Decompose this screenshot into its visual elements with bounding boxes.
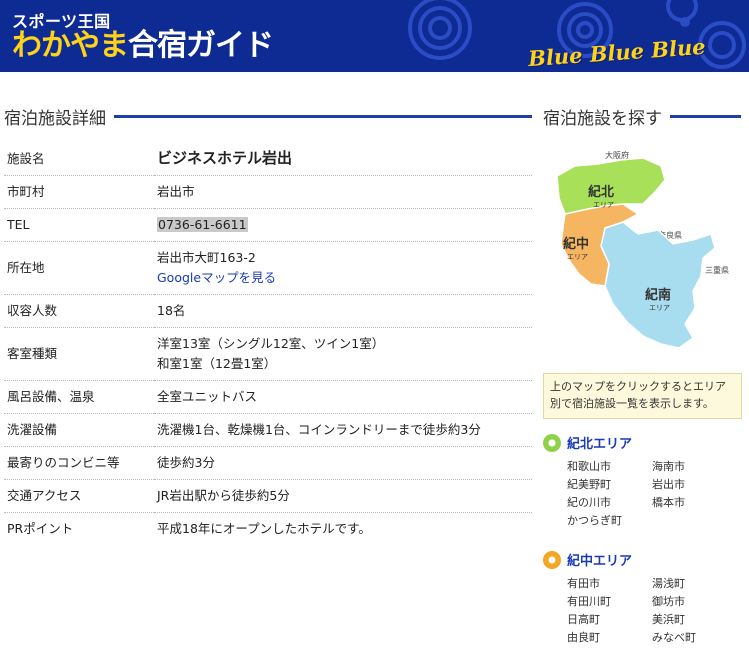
tel-number[interactable]: 0736-61-6611 — [157, 217, 248, 232]
table-row: 施設名 ビジネスホテル岩出 — [4, 142, 532, 176]
row-value: 徒歩約3分 — [154, 446, 532, 480]
row-label: 所在地 — [4, 241, 154, 295]
row-value: 岩出市 — [154, 175, 532, 209]
table-row: 収容人数 18名 — [4, 294, 532, 328]
row-label: 市町村 — [4, 175, 154, 209]
city-link[interactable]: 湯浅町 — [652, 575, 737, 593]
row-label: 最寄りのコンビニ等 — [4, 446, 154, 480]
city-link[interactable]: みなべ町 — [652, 629, 737, 647]
city-link[interactable]: 橋本市 — [652, 494, 737, 512]
city-link[interactable]: 紀の川市 — [567, 494, 652, 512]
address-text: 岩出市大町163-2 — [157, 250, 256, 265]
map-label-osaka: 大阪府 — [605, 150, 629, 160]
table-row: 洗濯設備 洗濯機1台、乾燥機1台、コインランドリーまで徒歩約3分 — [4, 413, 532, 447]
table-row: TEL 0736-61-6611 — [4, 208, 532, 242]
map-label-kihoku-sub: エリア — [593, 201, 614, 209]
city-link[interactable]: 有田川町 — [567, 593, 652, 611]
facility-detail-table: 施設名 ビジネスホテル岩出 市町村 岩出市 TEL 0736-61-6611 所… — [4, 142, 532, 545]
facility-name: ビジネスホテル岩出 — [157, 149, 293, 167]
room-type-western: 洋室13室（シングル12室、ツイン1室） — [157, 336, 385, 351]
row-label: 交通アクセス — [4, 479, 154, 513]
city-link[interactable]: 和歌山市 — [567, 458, 652, 476]
row-value: JR岩出駅から徒歩約5分 — [154, 479, 532, 513]
row-label: 洗濯設備 — [4, 413, 154, 447]
city-link[interactable]: かつらぎ町 — [567, 512, 652, 530]
table-row: 市町村 岩出市 — [4, 175, 532, 209]
city-link[interactable]: 海南市 — [652, 458, 737, 476]
map-label-mie: 三重県 — [705, 265, 729, 275]
map-label-kichu-sub: エリア — [567, 253, 588, 261]
row-label: 風呂設備、温泉 — [4, 380, 154, 414]
row-label: 客室種類 — [4, 327, 154, 381]
map-label-kinan: 紀南 — [645, 287, 671, 303]
kichu-area-link[interactable]: 紀中エリア — [567, 550, 632, 569]
table-row: PRポイント 平成18年にオープンしたホテルです。 — [4, 513, 532, 546]
row-label: 施設名 — [4, 142, 154, 176]
row-value: 全室ユニットバス — [154, 380, 532, 414]
city-link[interactable]: 御坊市 — [652, 593, 737, 611]
row-value: 18名 — [154, 294, 532, 328]
map-label-kichu: 紀中 — [563, 236, 589, 252]
area-map: 大阪府 奈良県 三重県 紀北 エリア 紀中 エリア 紀南 エリア — [543, 136, 741, 368]
google-map-link[interactable]: Googleマップを見る — [157, 270, 276, 285]
map-instruction-box: 上のマップをクリックするとエリア別で宿泊施設一覧を表示します。 — [543, 373, 742, 419]
heading-rule — [670, 115, 741, 118]
city-link[interactable]: 美浜町 — [652, 611, 737, 629]
search-facility-heading-text: 宿泊施設を探す — [543, 109, 662, 129]
kichu-area-icon — [543, 550, 561, 569]
city-link[interactable]: 由良町 — [567, 629, 652, 647]
city-link[interactable]: 紀美野町 — [567, 476, 652, 494]
table-row: 最寄りのコンビニ等 徒歩約3分 — [4, 446, 532, 480]
map-label-kihoku: 紀北 — [588, 184, 614, 200]
brand-title-guide: 合宿ガイド — [128, 28, 274, 63]
kihoku-area-link[interactable]: 紀北エリア — [567, 433, 632, 452]
map-label-kinan-sub: エリア — [649, 304, 670, 312]
kichu-city-list: 有田市 湯浅町 有田川町 御坊市 日高町 美浜町 由良町 みなべ町 — [567, 575, 742, 647]
wakayama-map-svg: 大阪府 奈良県 三重県 紀北 エリア 紀中 エリア 紀南 エリア — [556, 150, 729, 349]
city-link[interactable]: 有田市 — [567, 575, 652, 593]
kihoku-area-icon — [543, 433, 561, 452]
row-label: 収容人数 — [4, 294, 154, 328]
row-value: 洗濯機1台、乾燥機1台、コインランドリーまで徒歩約3分 — [154, 413, 532, 447]
table-row: 所在地 岩出市大町163-2 Googleマップを見る — [4, 241, 532, 295]
heading-rule — [114, 115, 532, 118]
facility-detail-heading-text: 宿泊施設詳細 — [4, 109, 106, 129]
kihoku-city-list: 和歌山市 海南市 紀美野町 岩出市 紀の川市 橋本市 かつらぎ町 — [567, 458, 742, 530]
brand-title-wakayama: わかやま — [12, 28, 129, 63]
table-row: 風呂設備、温泉 全室ユニットバス — [4, 380, 532, 414]
table-row: 客室種類 洋室13室（シングル12室、ツイン1室） 和室1室（12畳1室） — [4, 327, 532, 381]
search-facility-heading: 宿泊施設を探す — [543, 104, 741, 129]
header-banner[interactable]: スポーツ王国 わかやま合宿ガイド Blue Blue Blue — [0, 0, 749, 72]
facility-detail-heading: 宿泊施設詳細 — [4, 104, 532, 129]
city-link[interactable]: 岩出市 — [652, 476, 737, 494]
row-label: PRポイント — [7, 521, 74, 536]
kihoku-area-section: 紀北エリア 和歌山市 海南市 紀美野町 岩出市 紀の川市 橋本市 かつらぎ町 — [543, 433, 742, 530]
row-value: 平成18年にオープンしたホテルです。 — [157, 521, 371, 536]
kinan-region[interactable] — [600, 221, 716, 349]
city-link[interactable]: 日高町 — [567, 611, 652, 629]
row-label: TEL — [4, 208, 154, 242]
room-type-japanese: 和室1室（12畳1室） — [157, 356, 277, 371]
table-row: 交通アクセス JR岩出駅から徒歩約5分 — [4, 479, 532, 513]
brand-title: わかやま合宿ガイド — [12, 26, 274, 66]
kichu-area-section: 紀中エリア 有田市 湯浅町 有田川町 御坊市 日高町 美浜町 由良町 みなべ町 — [543, 550, 742, 647]
